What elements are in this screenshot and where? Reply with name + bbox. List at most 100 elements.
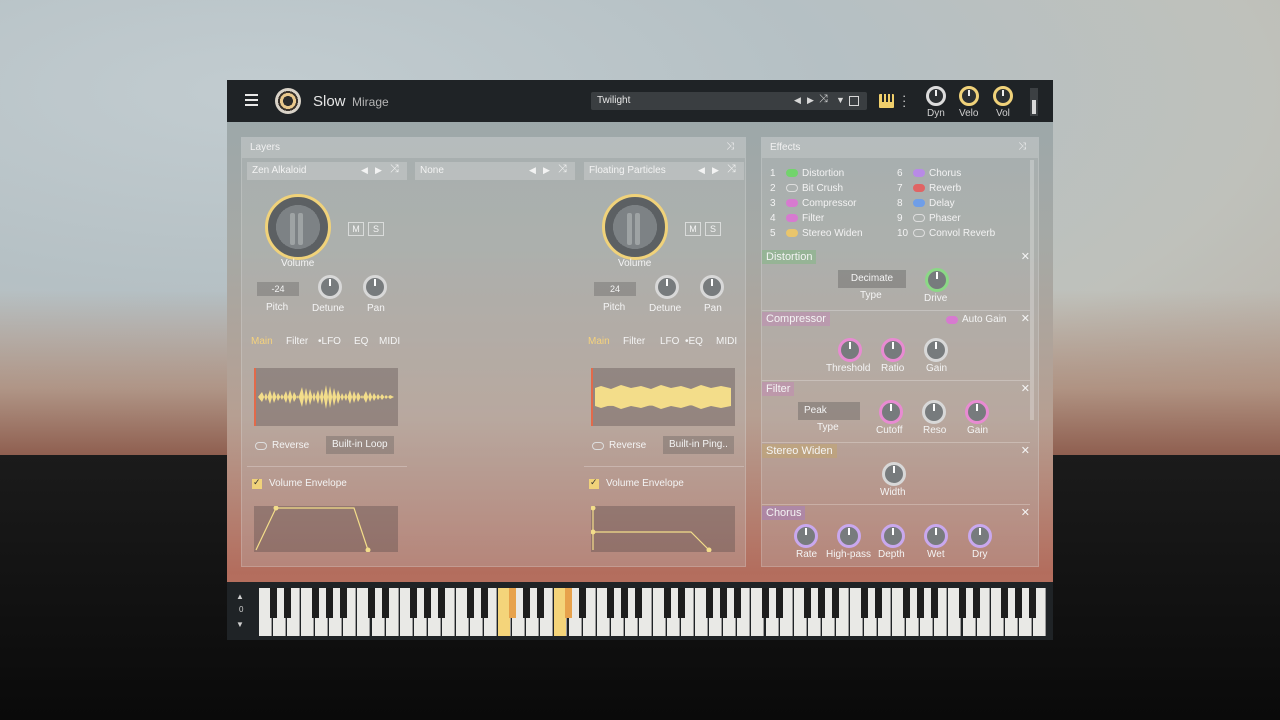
dyn-knob[interactable]	[926, 86, 946, 106]
black-key[interactable]	[705, 588, 713, 618]
black-key[interactable]	[832, 588, 840, 618]
layer-1-pitch-stepper[interactable]: -24	[257, 282, 299, 296]
fx-toggle[interactable]	[786, 214, 798, 222]
fx-toggle[interactable]	[786, 169, 798, 177]
layer-3-envelope-checkbox[interactable]	[589, 477, 599, 489]
layer-3-volume-knob[interactable]	[602, 194, 668, 260]
layer-3-header[interactable]: Floating Particles ◀ ▶ ⤨	[584, 162, 744, 180]
vol-knob[interactable]	[993, 86, 1013, 106]
chorus-depth-knob[interactable]	[881, 524, 905, 548]
layer-3-reverse-toggle[interactable]	[592, 442, 604, 450]
black-key[interactable]	[522, 588, 530, 618]
fx-item-chorus[interactable]: 6 Chorus	[897, 168, 961, 179]
compressor-close-icon[interactable]: ✕	[1021, 312, 1030, 325]
black-key[interactable]	[1001, 588, 1009, 618]
layer-1-next-icon[interactable]: ▶	[375, 165, 382, 176]
fx-item-delay[interactable]: 8 Delay	[897, 198, 955, 209]
black-key[interactable]	[902, 588, 910, 618]
black-key[interactable]	[466, 588, 474, 618]
layer-2-next-icon[interactable]: ▶	[543, 165, 550, 176]
filter-reso-knob[interactable]	[922, 400, 946, 424]
prev-preset-icon[interactable]: ◀	[794, 95, 801, 106]
chorus-rate-knob[interactable]	[794, 524, 818, 548]
layer-3-detune-knob[interactable]	[655, 275, 679, 299]
fx-item-filter[interactable]: 4 Filter	[770, 213, 824, 224]
fx-toggle[interactable]	[786, 229, 798, 237]
layer-3-prev-icon[interactable]: ◀	[698, 165, 705, 176]
stereo-widen-close-icon[interactable]: ✕	[1021, 444, 1030, 457]
layer-3-pan-knob[interactable]	[700, 275, 724, 299]
distortion-close-icon[interactable]: ✕	[1021, 250, 1030, 263]
black-key[interactable]	[663, 588, 671, 618]
layers-shuffle-icon[interactable]: ⤨	[726, 141, 734, 152]
layer-3-tab-lfo[interactable]: LFO	[660, 336, 679, 347]
logo-icon[interactable]	[275, 88, 301, 114]
layer-2-shuffle-icon[interactable]: ⤨	[558, 163, 567, 176]
layer-1-header[interactable]: Zen Alkaloid ◀ ▶ ⤨	[247, 162, 407, 180]
compressor-gain-knob[interactable]	[924, 338, 948, 362]
compressor-threshold-knob[interactable]	[838, 338, 862, 362]
chorus-highpass-knob[interactable]	[837, 524, 861, 548]
black-key[interactable]	[930, 588, 938, 618]
layer-3-tab-main[interactable]: Main	[588, 336, 610, 347]
more-options-icon[interactable]: · · ·	[902, 89, 906, 112]
black-key[interactable]	[536, 588, 544, 618]
black-key[interactable]	[874, 588, 882, 618]
fx-toggle[interactable]	[913, 229, 925, 237]
layer-2-prev-icon[interactable]: ◀	[529, 165, 536, 176]
effects-shuffle-icon[interactable]: ⤨	[1018, 141, 1026, 152]
black-key[interactable]	[776, 588, 784, 618]
hamburger-menu-icon[interactable]	[245, 94, 258, 106]
layer-1-envelope-graph[interactable]	[254, 505, 398, 553]
black-key[interactable]	[311, 588, 319, 618]
fx-item-phaser[interactable]: 9 Phaser	[897, 213, 961, 224]
black-key[interactable]	[424, 588, 432, 618]
black-key[interactable]	[762, 588, 770, 618]
layer-3-pitch-stepper[interactable]: 24	[594, 282, 636, 296]
layer-1-tab-midi[interactable]: MIDI	[379, 336, 400, 347]
layer-3-tab-eq[interactable]: •EQ	[685, 336, 703, 347]
chorus-wet-knob[interactable]	[924, 524, 948, 548]
fx-toggle[interactable]	[786, 184, 798, 192]
fx-toggle[interactable]	[913, 199, 925, 207]
layer-1-tab-eq[interactable]: EQ	[354, 336, 368, 347]
black-key[interactable]	[804, 588, 812, 618]
preset-selector[interactable]: Twilight ◀ ▶ ⤨ ▼	[591, 92, 867, 110]
black-key[interactable]	[677, 588, 685, 618]
layer-1-detune-knob[interactable]	[318, 275, 342, 299]
fx-toggle[interactable]	[786, 199, 798, 207]
black-key[interactable]	[621, 588, 629, 618]
layer-3-solo-button[interactable]: S	[705, 222, 721, 236]
black-key[interactable]	[382, 588, 390, 618]
filter-cutoff-knob[interactable]	[879, 400, 903, 424]
layer-1-volume-knob[interactable]	[265, 194, 331, 260]
fx-item-bit-crush[interactable]: 2 Bit Crush	[770, 183, 843, 194]
layer-3-envelope-graph[interactable]	[590, 505, 735, 553]
black-key[interactable]	[565, 588, 573, 618]
black-key[interactable]	[719, 588, 727, 618]
piano-keys[interactable]	[259, 588, 1047, 636]
black-key[interactable]	[1015, 588, 1023, 618]
layer-3-shuffle-icon[interactable]: ⤨	[727, 163, 736, 176]
layer-1-tab-lfo[interactable]: •LFO	[318, 336, 341, 347]
layer-3-next-icon[interactable]: ▶	[712, 165, 719, 176]
layer-1-tab-main[interactable]: Main	[251, 336, 273, 347]
fx-item-compressor[interactable]: 3 Compressor	[770, 198, 856, 209]
keyboard-toggle-icon[interactable]	[879, 94, 894, 108]
velo-knob[interactable]	[959, 86, 979, 106]
filter-gain-knob[interactable]	[965, 400, 989, 424]
layer-3-tab-filter[interactable]: Filter	[623, 336, 645, 347]
layer-3-waveform[interactable]	[591, 368, 735, 426]
black-key[interactable]	[607, 588, 615, 618]
distortion-type-select[interactable]: Decimate	[838, 270, 906, 288]
layer-1-envelope-checkbox[interactable]	[252, 477, 262, 489]
black-key[interactable]	[480, 588, 488, 618]
fx-item-stereo-widen[interactable]: 5 Stereo Widen	[770, 228, 863, 239]
effects-scrollbar[interactable]	[1030, 160, 1034, 420]
filter-close-icon[interactable]: ✕	[1021, 382, 1030, 395]
chorus-close-icon[interactable]: ✕	[1021, 506, 1030, 519]
layer-1-solo-button[interactable]: S	[368, 222, 384, 236]
compressor-ratio-knob[interactable]	[881, 338, 905, 362]
layer-3-loop-mode-button[interactable]: Built-in Ping..	[663, 436, 734, 454]
layer-1-shuffle-icon[interactable]: ⤨	[390, 163, 399, 176]
